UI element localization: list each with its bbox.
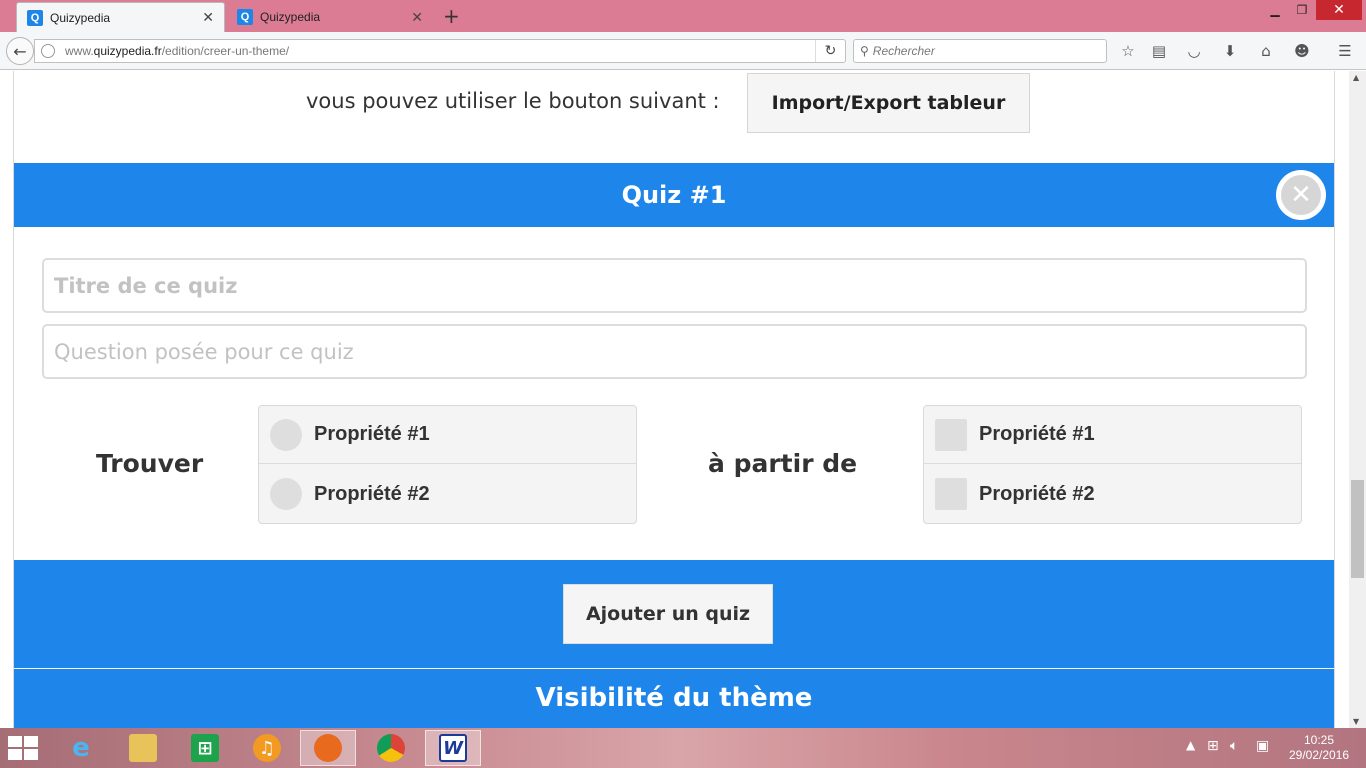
page-viewport: vous pouvez utiliser le bouton suivant :… (0, 71, 1366, 728)
music-player-icon[interactable]: ♫ (239, 730, 295, 766)
from-option-property-1[interactable]: Propriété #1 (924, 406, 1301, 464)
clock-time: 10:25 (1303, 733, 1335, 747)
find-label: Trouver (96, 449, 204, 478)
scrollbar-thumb[interactable] (1351, 480, 1364, 578)
taskbar-clock[interactable]: 10:25 29/02/2016 (1286, 733, 1352, 763)
maximize-window-icon[interactable]: ❐ (1288, 0, 1316, 20)
option-label: Propriété #1 (314, 423, 430, 445)
chrome-icon[interactable] (363, 730, 419, 766)
scroll-up-arrow-icon[interactable]: ▲ (1353, 73, 1359, 82)
from-option-property-2[interactable]: Propriété #2 (924, 465, 1301, 523)
scroll-down-arrow-icon[interactable]: ▼ (1353, 717, 1359, 726)
page-scrollbar[interactable]: ▲ ▼ (1349, 71, 1366, 728)
radio-button[interactable] (270, 418, 302, 451)
action-center-icon[interactable]: ⊞ (1207, 738, 1219, 754)
visibility-section-header: Visibilité du thème (14, 669, 1334, 728)
reload-icon[interactable]: ↻ (815, 40, 845, 62)
quiz-title: Quiz #1 (621, 181, 727, 209)
close-window-icon[interactable]: ✕ (1316, 0, 1362, 20)
search-input[interactable] (872, 44, 1093, 58)
radio-button[interactable] (270, 478, 302, 510)
hello-chat-icon[interactable]: ☻ (1292, 41, 1312, 61)
option-label: Propriété #2 (314, 482, 430, 505)
remove-quiz-button[interactable]: ✕ (1276, 170, 1326, 220)
new-tab-icon[interactable]: + (443, 4, 460, 28)
add-quiz-button[interactable]: Ajouter un quiz (563, 584, 773, 644)
quizypedia-favicon-icon: Q (27, 9, 43, 26)
checkbox[interactable] (935, 418, 967, 451)
back-arrow-icon[interactable]: ← (6, 37, 34, 65)
firefox-icon[interactable] (300, 730, 356, 766)
visibility-title: Visibilité du thème (535, 683, 813, 713)
import-instruction-text: vous pouvez utiliser le bouton suivant : (306, 89, 720, 113)
clock-date: 29/02/2016 (1288, 748, 1350, 762)
checkbox[interactable] (935, 478, 967, 510)
import-export-button[interactable]: Import/Export tableur (747, 73, 1030, 133)
add-quiz-bar: Ajouter un quiz (14, 560, 1334, 668)
tab-close-icon[interactable]: ✕ (202, 9, 214, 26)
show-hidden-icons-icon[interactable]: ▲ (1186, 738, 1195, 752)
address-bar[interactable]: www.quizypedia.fr/edition/creer-un-theme… (34, 39, 846, 63)
file-explorer-icon[interactable] (115, 730, 171, 766)
tab-close-icon[interactable]: ✕ (411, 9, 423, 26)
network-icon[interactable]: ▣ (1256, 738, 1269, 754)
internet-explorer-icon[interactable]: e (53, 730, 109, 766)
theme-editor-frame: vous pouvez utiliser le bouton suivant :… (13, 71, 1335, 728)
volume-icon[interactable]: 🔈︎ (1230, 738, 1238, 754)
minimize-window-icon[interactable]: ▁ (1262, 0, 1288, 20)
search-bar[interactable]: ⚲ (853, 39, 1107, 63)
navigation-bar: ← www.quizypedia.fr/edition/creer-un-the… (0, 32, 1366, 70)
windows-start-icon[interactable] (8, 736, 38, 760)
site-identity-icon[interactable] (41, 44, 55, 58)
quizypedia-favicon-icon: Q (237, 9, 253, 25)
quiz-header: Quiz #1 ✕ (14, 163, 1334, 227)
tab-quizypedia-2[interactable]: Q Quizypedia ✕ (227, 2, 433, 32)
tab-title: Quizypedia (50, 10, 111, 25)
windows-taskbar: e ⊞ ♫ W ▲ ⊞ 🔈︎ ▣ 10:25 29/02/2016 (0, 728, 1366, 768)
url-domain: quizypedia.fr (93, 44, 162, 58)
search-icon: ⚲ (860, 44, 869, 58)
url-path: /edition/creer-un-theme/ (161, 44, 290, 58)
option-label: Propriété #2 (979, 482, 1095, 505)
url-prefix: www. (65, 44, 94, 58)
quiz-question-input[interactable] (42, 324, 1307, 379)
from-options-group: Propriété #1 Propriété #2 (923, 405, 1302, 524)
bookmark-star-icon[interactable]: ☆ (1118, 41, 1138, 61)
option-label: Propriété #1 (979, 423, 1095, 445)
tab-title: Quizypedia (260, 10, 321, 24)
find-options-group: Propriété #1 Propriété #2 (258, 405, 637, 524)
import-row: vous pouvez utiliser le bouton suivant :… (14, 71, 1334, 163)
reading-list-icon[interactable]: ▤ (1149, 41, 1169, 61)
url-text[interactable]: www.quizypedia.fr/edition/creer-un-theme… (65, 44, 815, 58)
find-option-property-2[interactable]: Propriété #2 (259, 465, 636, 523)
close-circle-icon: ✕ (1281, 175, 1321, 215)
tab-strip: Q Quizypedia ✕ Q Quizypedia ✕ + ▁ ❐ ✕ (0, 0, 1366, 32)
menu-hamburger-icon[interactable]: ☰ (1335, 41, 1355, 61)
pocket-icon[interactable]: ◡ (1184, 41, 1204, 61)
downloads-icon[interactable]: ⬇ (1220, 41, 1240, 61)
tab-quizypedia-active[interactable]: Q Quizypedia ✕ (16, 2, 225, 32)
home-icon[interactable]: ⌂ (1256, 41, 1276, 61)
from-label: à partir de (708, 449, 858, 478)
find-option-property-1[interactable]: Propriété #1 (259, 406, 636, 464)
windows-store-icon[interactable]: ⊞ (177, 730, 233, 766)
word-icon[interactable]: W (425, 730, 481, 766)
quiz-title-input[interactable] (42, 258, 1307, 313)
